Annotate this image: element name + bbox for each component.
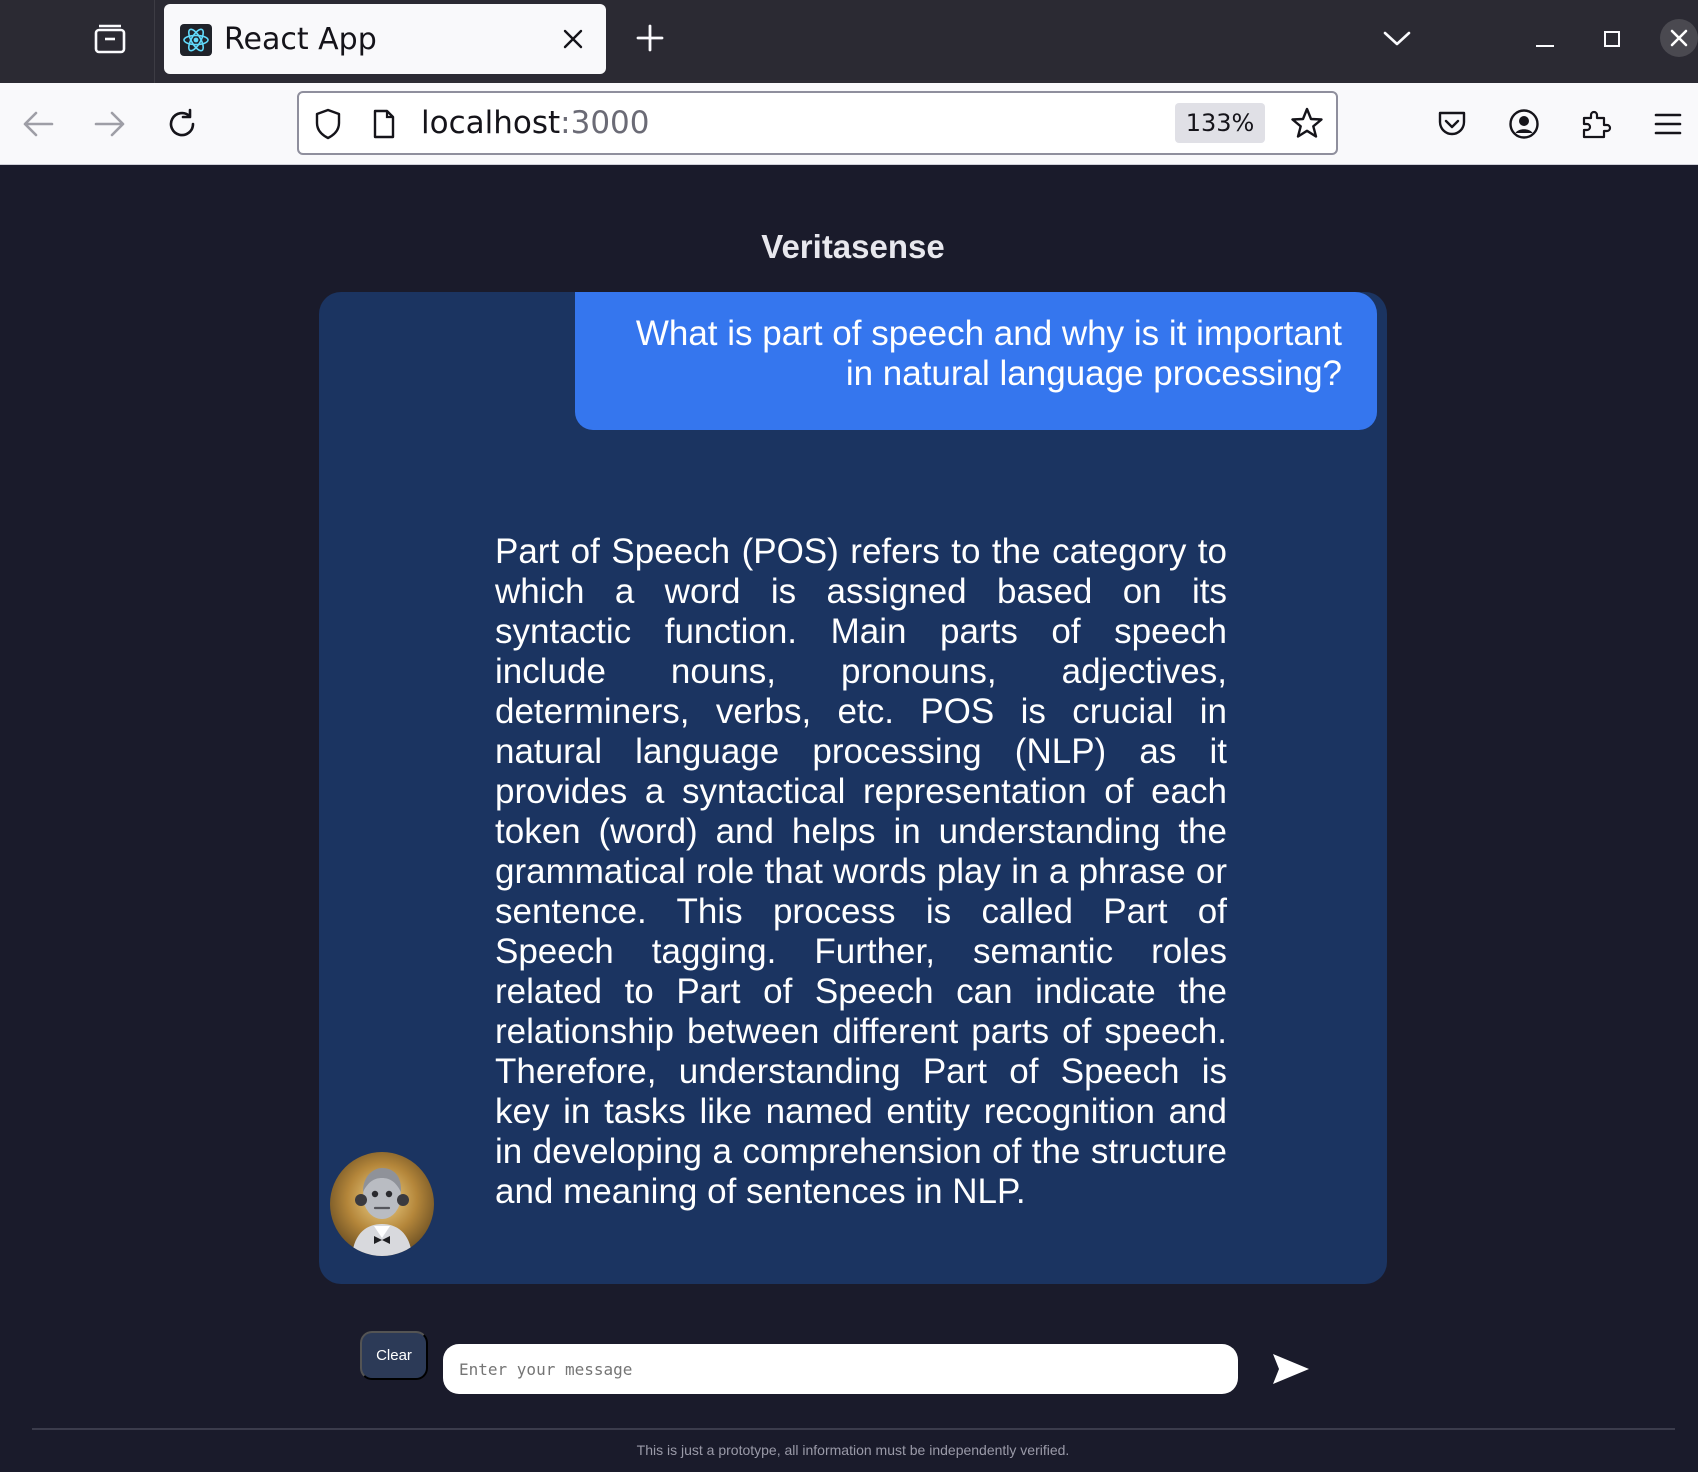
shield-icon[interactable]	[311, 107, 345, 141]
tab-overview-icon[interactable]	[89, 18, 131, 60]
chevron-down-icon[interactable]	[1380, 22, 1414, 56]
pocket-icon[interactable]	[1432, 104, 1472, 144]
arrow-left-icon[interactable]	[18, 104, 58, 144]
send-icon[interactable]	[1270, 1350, 1312, 1388]
arrow-right-icon[interactable]	[90, 104, 130, 144]
account-icon[interactable]	[1504, 104, 1544, 144]
browser-tab-strip: React App	[0, 0, 1698, 83]
footer-divider	[32, 1428, 1675, 1430]
plus-icon[interactable]	[632, 20, 668, 56]
close-icon[interactable]	[558, 24, 588, 54]
bot-message: Part of Speech (POS) refers to the categ…	[495, 532, 1227, 1211]
maximize-icon[interactable]	[1595, 22, 1629, 56]
page-title: Veritasense	[761, 228, 945, 265]
footer-disclaimer: This is just a prototype, all informatio…	[636, 1442, 1070, 1458]
star-icon[interactable]	[1289, 105, 1325, 141]
user-message-bubble: What is part of speech and why is it imp…	[575, 292, 1377, 430]
hamburger-menu-icon[interactable]	[1648, 104, 1688, 144]
url-port: :3000	[560, 105, 650, 141]
tab-separator	[154, 0, 155, 83]
chat-panel: What is part of speech and why is it imp…	[319, 292, 1387, 1284]
url-host: localhost	[421, 105, 561, 141]
minimize-icon[interactable]	[1528, 22, 1562, 56]
puzzle-icon[interactable]	[1576, 104, 1616, 144]
url-text[interactable]: localhost:3000	[421, 105, 650, 141]
tab-title: React App	[224, 22, 377, 57]
reload-icon[interactable]	[162, 104, 202, 144]
react-logo-icon	[180, 24, 212, 56]
zoom-level-badge[interactable]: 133%	[1175, 103, 1265, 143]
window-close-icon[interactable]	[1660, 19, 1698, 57]
message-input[interactable]	[443, 1344, 1238, 1394]
robot-avatar	[330, 1152, 434, 1256]
tab-react-app[interactable]: React App	[164, 4, 606, 74]
url-bar[interactable]: localhost:3000 133%	[297, 91, 1338, 155]
page-icon[interactable]	[369, 107, 399, 141]
clear-button[interactable]: Clear	[360, 1331, 428, 1380]
browser-toolbar: localhost:3000 133%	[0, 83, 1698, 165]
